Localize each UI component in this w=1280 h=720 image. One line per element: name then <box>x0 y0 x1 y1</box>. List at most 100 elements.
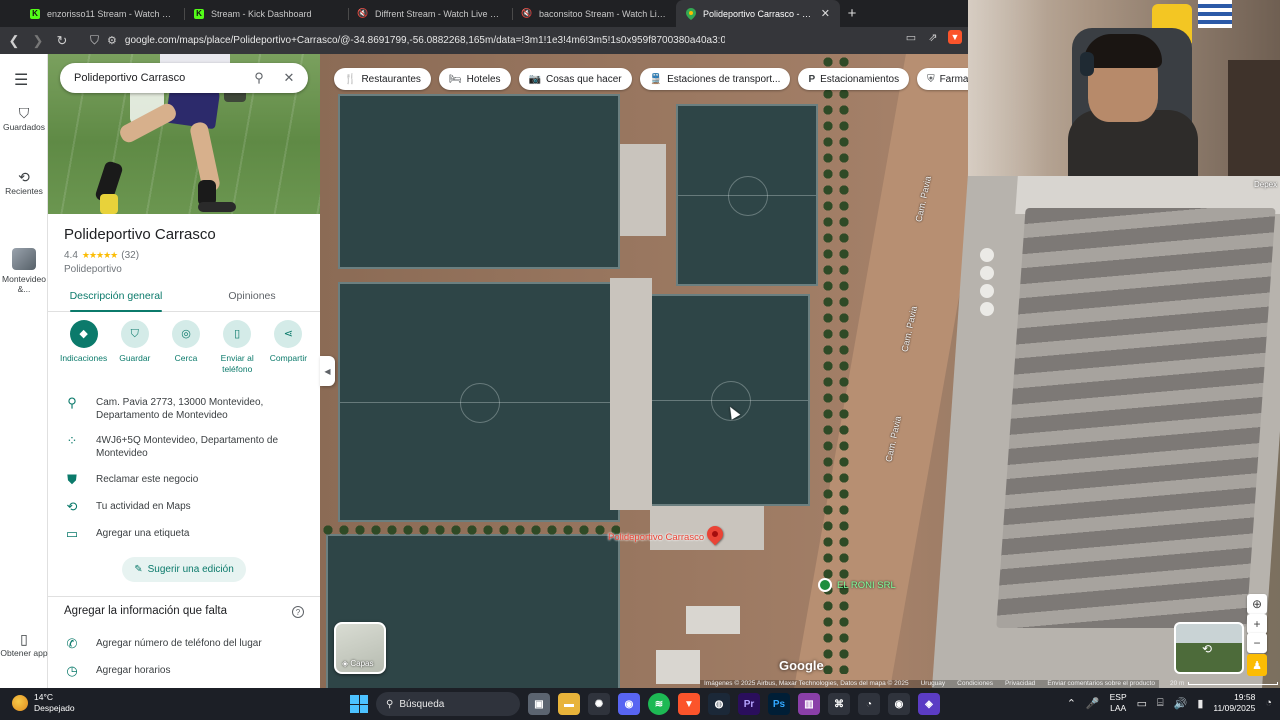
info-plus-code[interactable]: ⁘ 4WJ6+5Q Montevideo, Departamento de Mo… <box>48 434 320 460</box>
category-chips: 🍴 Restaurantes 🛏 Hoteles 📷 Cosas que hacer … <box>334 68 1053 90</box>
chevron-up-icon[interactable]: ⌃ <box>1067 697 1076 710</box>
info-claim-business[interactable]: ⛊ Reclamar este negocio <box>48 473 320 486</box>
place-category[interactable]: Polideportivo <box>64 264 122 275</box>
search-icon[interactable]: ⚲ <box>248 70 270 86</box>
map-scale[interactable]: 20 m <box>1170 680 1279 687</box>
obs-icon[interactable]: ◉ <box>888 693 910 715</box>
chip-restaurantes[interactable]: 🍴 Restaurantes <box>334 68 431 90</box>
task-view-icon[interactable]: ▣ <box>528 693 550 715</box>
add-phone-item[interactable]: ✆ Agregar número de teléfono del lugar <box>48 637 320 650</box>
rail-item-montevideo[interactable]: Montevideo &... <box>0 248 48 294</box>
zoom-in-button[interactable]: + <box>1247 614 1267 634</box>
tab-opiniones[interactable]: Opiniones <box>184 284 320 311</box>
close-search-icon[interactable]: ✕ <box>278 70 300 86</box>
clock[interactable]: 19:58 11/09/2025 <box>1213 692 1255 714</box>
reload-button[interactable]: ↻ <box>52 31 72 51</box>
tab-descripcion-general[interactable]: Descripción general <box>48 284 184 312</box>
premiere-icon[interactable]: Pr <box>738 693 760 715</box>
stand-roof <box>610 278 652 510</box>
monitor-icon[interactable]: ▭ <box>1137 697 1147 710</box>
place-rating[interactable]: 4.4 ★★★★★ (32) <box>64 250 139 261</box>
chatgpt-icon[interactable]: ✺ <box>588 693 610 715</box>
hotel-icon: 🛏 <box>448 73 462 85</box>
browser-tab[interactable]: 🔇 Diffrent Stream - Watch Live on K <box>348 0 512 27</box>
site-settings-icon[interactable]: ⚙ <box>107 34 117 47</box>
my-location-button[interactable]: ⊕ <box>1247 594 1267 614</box>
discord-icon[interactable]: ◉ <box>618 693 640 715</box>
layers-button[interactable]: ◈ Capas <box>334 622 386 674</box>
close-tab-icon[interactable]: ✕ <box>821 7 830 20</box>
stand-roof <box>650 506 764 550</box>
chip-hoteles[interactable]: 🛏 Hoteles <box>438 68 511 90</box>
media-app-icon[interactable]: ▥ <box>798 693 820 715</box>
back-button[interactable]: ❮ <box>4 31 24 51</box>
suggest-edit-button[interactable]: ✎ Sugerir una edición <box>122 557 246 582</box>
language-indicator[interactable]: ESP LAA <box>1110 692 1127 714</box>
url-text[interactable]: google.com/maps/place/Polideportivo+Carr… <box>125 35 725 46</box>
send-to-phone-button[interactable]: ▯ Enviar al teléfono <box>212 320 263 375</box>
directions-button[interactable]: ◆ Indicaciones <box>58 320 109 375</box>
microphone-icon[interactable]: 🎤 <box>1086 697 1100 710</box>
chip-cosas-que-hacer[interactable]: 📷 Cosas que hacer <box>518 68 632 90</box>
battery-icon[interactable]: ▮ <box>1197 697 1203 710</box>
browser-tab[interactable]: 🔇 baconsitoo Stream - Watch Live <box>512 0 676 27</box>
browser-tab-active[interactable]: Polideportivo Carrasco - Google ✕ <box>676 0 840 27</box>
forward-button[interactable]: ❯ <box>28 31 48 51</box>
collapse-panel-button[interactable]: ◀ <box>320 356 335 386</box>
steam-icon[interactable]: ◍ <box>708 693 730 715</box>
address-bar[interactable]: ⛉ ⚙ google.com/maps/place/Polideportivo+… <box>90 30 730 52</box>
rail-item-obtener-app[interactable]: ▯ Obtener app <box>0 632 48 658</box>
info-add-label[interactable]: ▭ Agregar una etiqueta <box>48 527 320 540</box>
windows-start-icon[interactable] <box>350 695 368 713</box>
label-icon: ▭ <box>65 526 79 541</box>
pegman-icon[interactable]: ♟ <box>1247 654 1267 676</box>
browser-tab[interactable]: K Stream - Kick Dashboard <box>184 0 348 27</box>
search-input[interactable]: Polideportivo Carrasco <box>74 72 248 84</box>
missing-info-title: Agregar la información que falta <box>64 605 228 617</box>
sports-field <box>338 282 620 522</box>
info-address[interactable]: ⚲ Cam. Pavia 2773, 13000 Montevideo, Dep… <box>48 396 320 422</box>
search-box[interactable]: Polideportivo Carrasco ⚲ ✕ <box>60 63 308 93</box>
brave-shield-icon[interactable]: ▼ <box>948 30 962 44</box>
brave-icon[interactable]: ▼ <box>678 693 700 715</box>
chip-estacionamientos[interactable]: P Estacionamientos <box>798 68 910 90</box>
notification-icon[interactable]: ◔ <box>1265 697 1272 709</box>
volume-icon[interactable]: 🔊 <box>1174 697 1188 710</box>
plus-code-icon: ⁘ <box>66 433 78 448</box>
taskbar-search[interactable]: ⚲ Búsqueda <box>376 692 520 716</box>
help-icon[interactable]: ? <box>292 606 304 618</box>
capcut-icon[interactable]: ⌘ <box>828 693 850 715</box>
new-tab-button[interactable]: + <box>840 0 864 27</box>
rail-item-recientes[interactable]: ⟲ Recientes <box>0 170 48 196</box>
weather-widget[interactable]: 14°C Despejado <box>12 692 75 714</box>
menu-icon[interactable]: ☰ <box>14 70 28 90</box>
zoom-out-button[interactable]: − <box>1247 633 1267 653</box>
search-icon: ⚲ <box>386 698 394 710</box>
browser-tab[interactable]: K enzorisso11 Stream - Watch Live <box>20 0 184 27</box>
screen-icon[interactable]: ▭ <box>904 30 918 44</box>
kick-icon: K <box>30 8 40 19</box>
rail-item-guardados[interactable]: ⛉ Guardados <box>0 106 48 132</box>
info-maps-activity[interactable]: ⟲ Tu actividad en Maps <box>48 500 320 513</box>
poi-label[interactable]: EL RONI SRL <box>837 580 896 591</box>
speedtest-icon[interactable]: ◔ <box>858 693 880 715</box>
save-button[interactable]: ⛉ Guardar <box>109 320 160 375</box>
share-icon[interactable]: ⇗ <box>926 30 940 44</box>
map-attribution: Imágenes © 2025 Airbus, Maxar Technologi… <box>700 680 1159 688</box>
app-icon[interactable]: ◈ <box>918 693 940 715</box>
photoshop-icon[interactable]: Ps <box>768 693 790 715</box>
bookmark-icon[interactable]: ⛉ <box>90 33 99 48</box>
spotify-icon[interactable]: ≋ <box>648 693 670 715</box>
add-hours-item[interactable]: ◷ Agregar horarios <box>48 664 320 677</box>
marker-label[interactable]: Polideportivo Carrasco <box>608 532 704 543</box>
file-explorer-icon[interactable]: ▬ <box>558 693 580 715</box>
poi-pin-icon[interactable] <box>818 578 832 592</box>
nearby-button[interactable]: ◎ Cerca <box>160 320 211 375</box>
chip-transporte[interactable]: 🚆 Estaciones de transport... <box>639 68 791 90</box>
restaurant-icon: 🍴 <box>344 73 357 85</box>
pharmacy-icon: ⛨ <box>927 73 935 85</box>
network-icon[interactable]: ⌸ <box>1157 697 1164 710</box>
water-tank <box>980 266 994 280</box>
share-button[interactable]: ⋖ Compartir <box>263 320 314 375</box>
street-view-preview[interactable]: ⟲ <box>1174 622 1244 674</box>
